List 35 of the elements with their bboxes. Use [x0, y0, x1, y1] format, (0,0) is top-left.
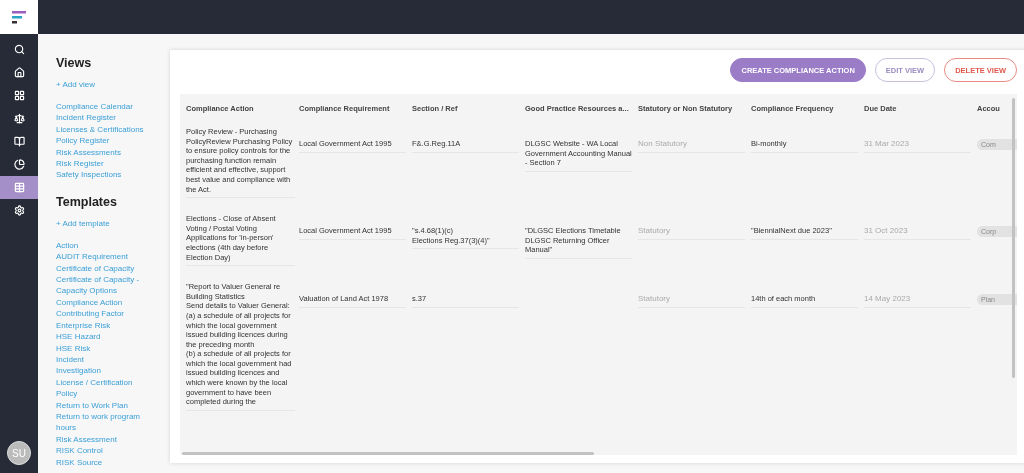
- template-link[interactable]: HSE Hazard: [56, 331, 162, 343]
- view-link[interactable]: Policy Register: [56, 135, 162, 147]
- template-link[interactable]: Certificate of Capacity - Capacity Options: [56, 274, 162, 297]
- template-link[interactable]: Investigation: [56, 365, 162, 377]
- view-link[interactable]: Compliance Calendar: [56, 101, 162, 113]
- template-link[interactable]: Compliance Action: [56, 296, 162, 309]
- template-link[interactable]: Incident: [56, 353, 162, 366]
- section-title: Templates: [56, 194, 118, 209]
- template-link[interactable]: Enterprise Risk: [56, 319, 162, 332]
- view-link[interactable]: Risk Register: [56, 158, 162, 170]
- template-link[interactable]: Certificate of Capacity: [56, 262, 162, 275]
- template-link[interactable]: AUDIT Requirement: [56, 251, 162, 263]
- user-avatar[interactable]: SU: [7, 441, 31, 465]
- add-view-link[interactable]: + Add view: [56, 80, 162, 89]
- template-link[interactable]: RISK Source: [56, 456, 162, 468]
- section-title: Views: [56, 56, 93, 70]
- template-link[interactable]: License / Certification: [56, 376, 162, 389]
- table-cell: Statutory: [638, 294, 745, 308]
- template-link[interactable]: Risk Assessment: [56, 433, 162, 446]
- template-link[interactable]: Return to Work Plan: [56, 399, 162, 411]
- add-template-link[interactable]: + Add template: [56, 218, 162, 228]
- view-link[interactable]: Incident Register: [56, 112, 162, 124]
- view-link[interactable]: Licenses & Certifications: [56, 123, 162, 136]
- template-link[interactable]: Contributing Factor: [56, 308, 162, 320]
- view-link[interactable]: Safety Inspections: [56, 169, 162, 181]
- template-link[interactable]: Policy: [56, 388, 162, 400]
- table-cell: Non Statutory: [638, 139, 745, 153]
- template-link[interactable]: Return to work program hours: [56, 410, 162, 434]
- table-cell: 14 May 2023: [864, 294, 971, 308]
- view-link[interactable]: Risk Assessments: [56, 146, 162, 159]
- table-cell: Statutory: [638, 226, 745, 240]
- template-link[interactable]: Action: [56, 239, 162, 252]
- template-link[interactable]: HSE Risk: [56, 342, 162, 354]
- table-cell: 31 Oct 2023: [864, 226, 971, 240]
- template-link[interactable]: RISK Control: [56, 445, 162, 457]
